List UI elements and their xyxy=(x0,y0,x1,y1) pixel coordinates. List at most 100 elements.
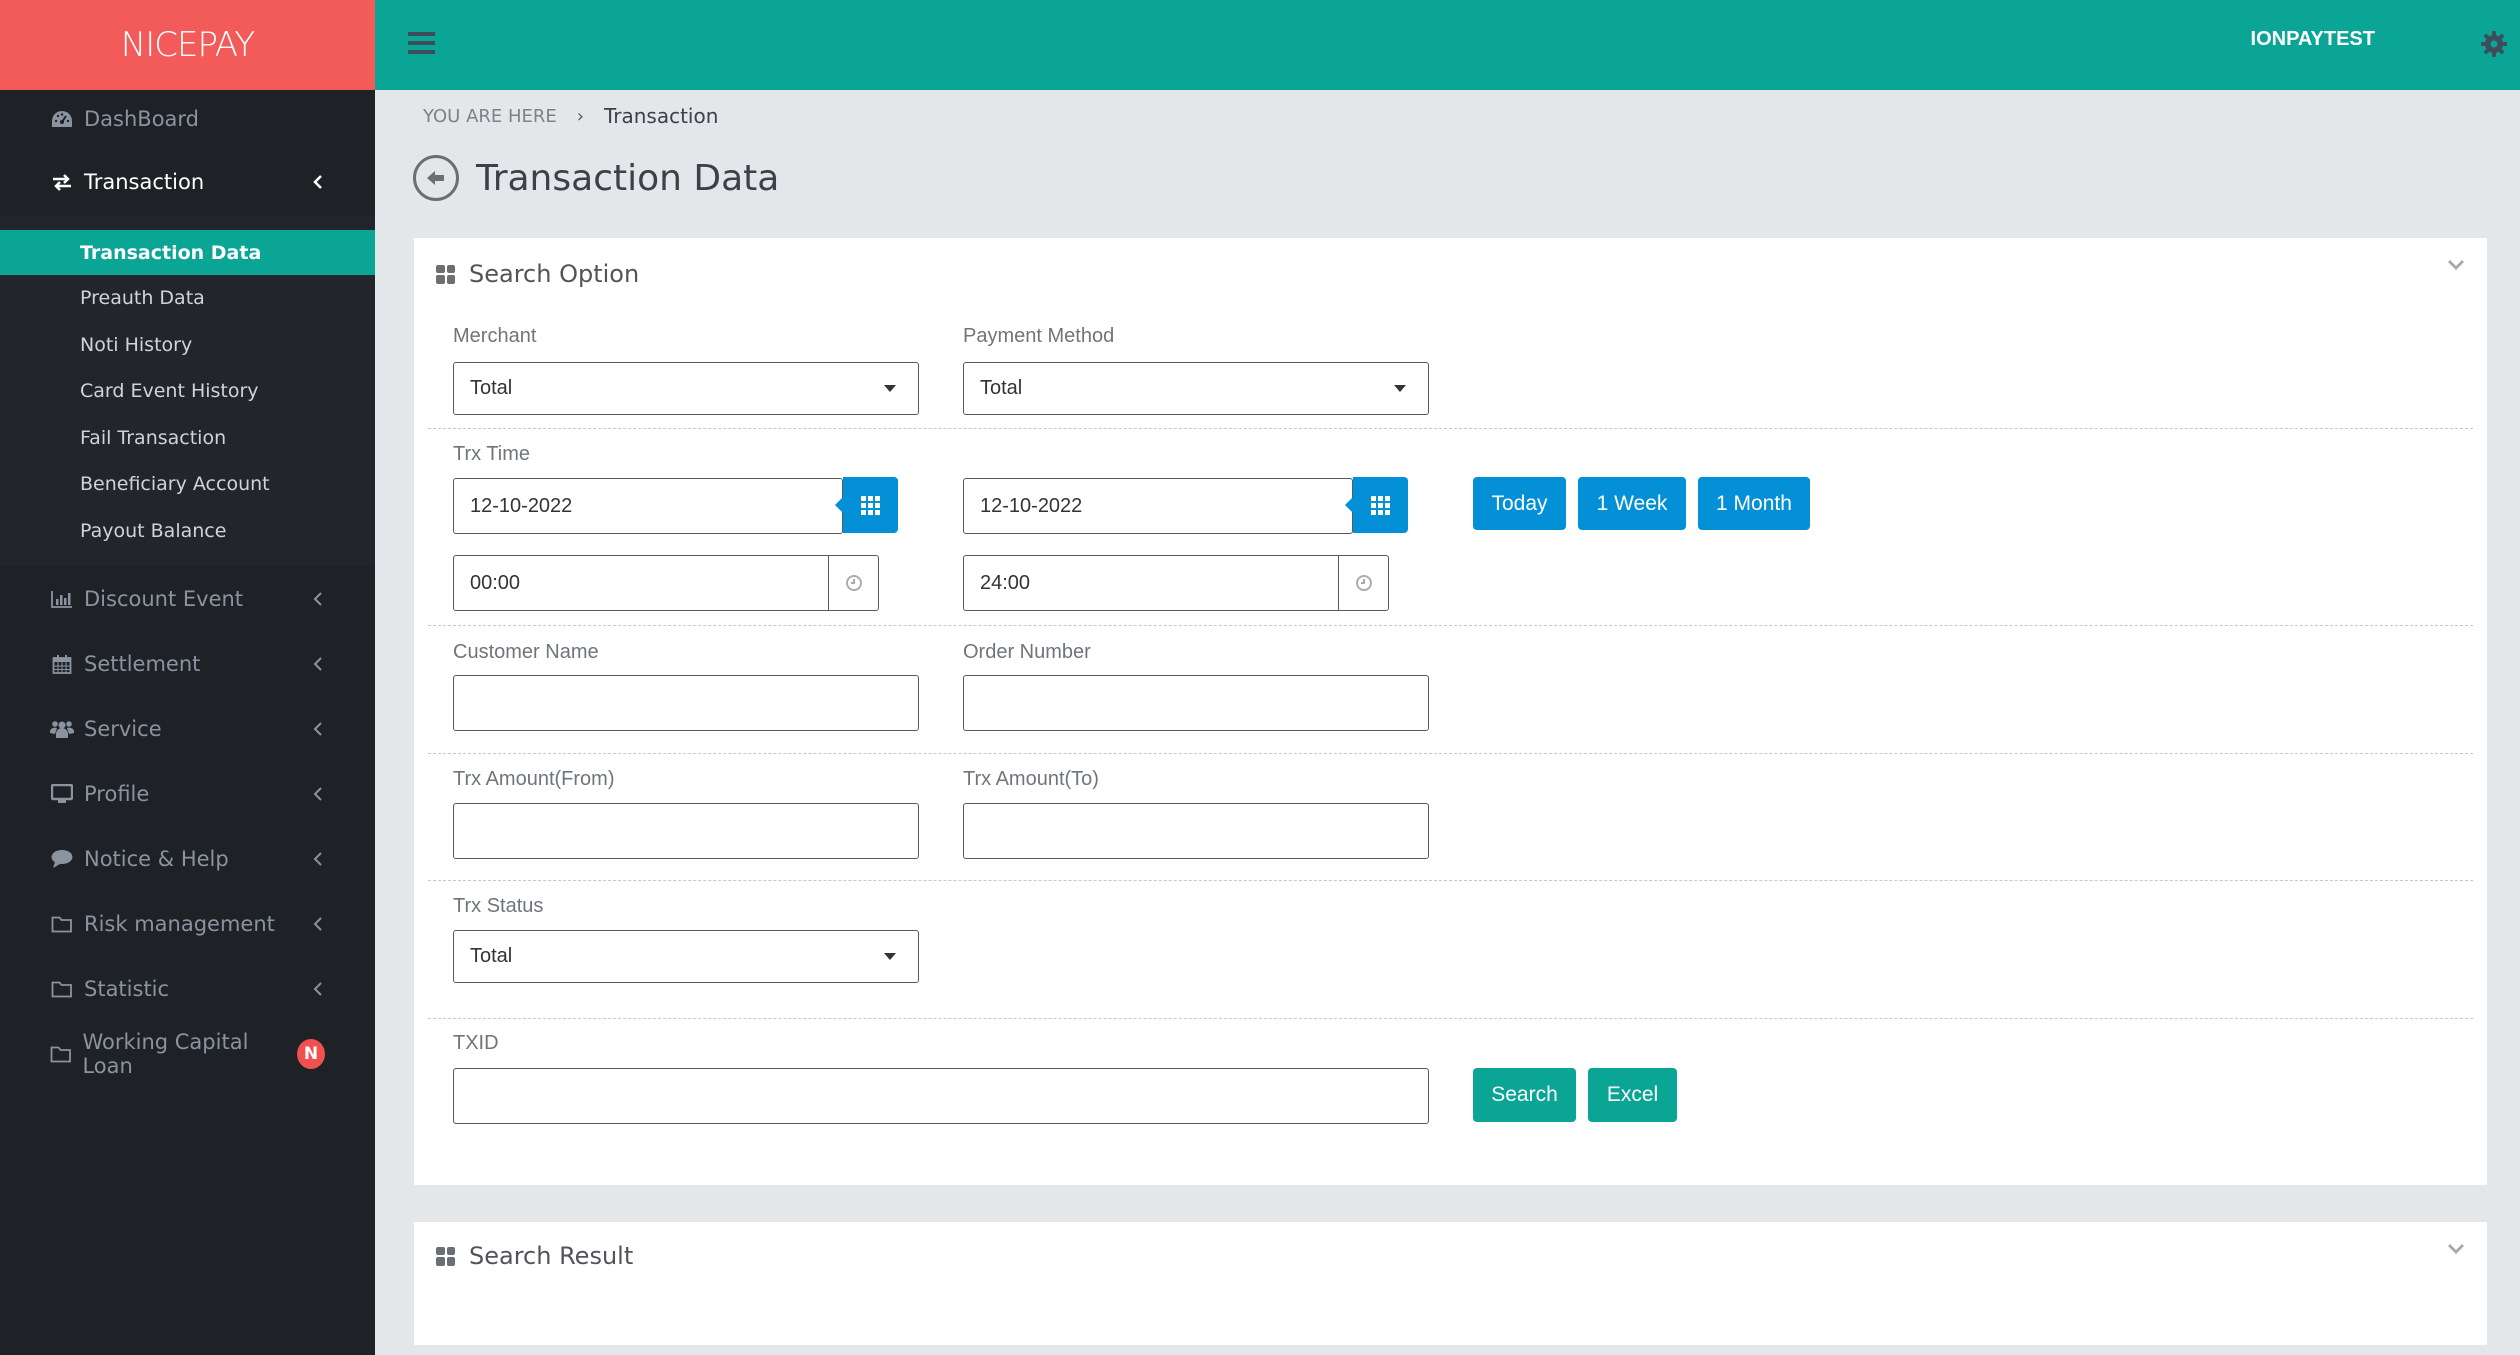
amount-from-input[interactable] xyxy=(453,803,919,859)
divider xyxy=(428,753,2473,754)
sidebar-subitem-payout-balance[interactable]: Payout Balance xyxy=(0,508,375,555)
payment-method-label: Payment Method xyxy=(963,325,1115,347)
menu-toggle-icon[interactable] xyxy=(408,32,435,54)
search-option-panel: Search Option Merchant Total Payment Met… xyxy=(414,238,2487,1185)
sidebar-item-label: Statistic xyxy=(84,976,170,1001)
start-date-value: 12-10-2022 xyxy=(470,494,573,517)
amount-from-label: Trx Amount(From) xyxy=(453,768,615,790)
clock-icon[interactable] xyxy=(1338,556,1388,610)
dashboard-icon xyxy=(50,107,74,131)
end-date-calendar-button[interactable] xyxy=(1345,477,1408,533)
breadcrumb-current[interactable]: Transaction xyxy=(604,104,718,128)
panel-title: Search Result xyxy=(469,1242,634,1270)
sidebar-item-label: Discount Event xyxy=(84,586,244,611)
sidebar-item-discount-event[interactable]: Discount Event xyxy=(0,566,375,631)
customer-name-label: Customer Name xyxy=(453,641,599,663)
sidebar-subitem-transaction-data[interactable]: Transaction Data xyxy=(0,230,375,275)
sidebar-item-label: Risk management xyxy=(84,911,275,936)
user-name[interactable]: IONPAYTEST xyxy=(2251,28,2375,51)
sidebar-item-label: Service xyxy=(84,716,162,741)
trx-status-select[interactable]: Total xyxy=(453,930,919,983)
sidebar-item-notice-help[interactable]: Notice & Help xyxy=(0,826,375,891)
search-button[interactable]: Search xyxy=(1473,1068,1576,1122)
end-date-input[interactable]: 12-10-2022 xyxy=(963,478,1353,534)
trx-status-label: Trx Status xyxy=(453,895,544,917)
chevron-down-icon[interactable] xyxy=(2447,1240,2469,1262)
monitor-icon xyxy=(50,782,74,806)
start-time-input[interactable]: 00:00 xyxy=(453,555,879,611)
sidebar-subitem-fail-transaction[interactable]: Fail Transaction xyxy=(0,415,375,462)
sidebar-item-statistic[interactable]: Statistic xyxy=(0,956,375,1021)
amount-to-input[interactable] xyxy=(963,803,1429,859)
back-arrow-icon[interactable] xyxy=(413,155,459,201)
chevron-left-icon xyxy=(311,721,325,737)
chevron-left-icon xyxy=(311,786,325,802)
start-date-calendar-button[interactable] xyxy=(835,477,898,533)
sidebar-item-working-capital-loan[interactable]: Working Capital Loan N xyxy=(0,1021,375,1086)
chevron-down-icon[interactable] xyxy=(2447,256,2469,278)
end-time-value: 24:00 xyxy=(980,571,1031,594)
caret-down-icon xyxy=(1394,385,1406,392)
top-header: IONPAYTEST xyxy=(375,0,2520,90)
sidebar-item-label: Notice & Help xyxy=(84,846,229,871)
divider xyxy=(428,625,2473,626)
folder-icon xyxy=(50,1042,72,1066)
panel-header: Search Result xyxy=(436,1242,633,1270)
bar-chart-icon xyxy=(50,587,74,611)
chevron-left-icon xyxy=(311,981,325,997)
th-large-icon xyxy=(436,1246,455,1266)
calendar-icon xyxy=(861,495,880,515)
merchant-value: Total xyxy=(470,377,513,399)
breadcrumb: YOU ARE HERE › Transaction xyxy=(423,104,718,128)
divider xyxy=(428,880,2473,881)
gear-icon[interactable] xyxy=(2480,30,2508,58)
chevron-left-icon xyxy=(311,916,325,932)
order-number-label: Order Number xyxy=(963,641,1091,663)
sidebar-item-label: Working Capital Loan xyxy=(82,1029,249,1078)
today-button[interactable]: Today xyxy=(1473,477,1566,530)
payment-method-select[interactable]: Total xyxy=(963,362,1429,415)
sidebar-subitem-noti-history[interactable]: Noti History xyxy=(0,322,375,369)
clock-icon[interactable] xyxy=(828,556,878,610)
page-header: Transaction Data xyxy=(413,155,779,201)
panel-title: Search Option xyxy=(469,260,640,288)
th-large-icon xyxy=(436,264,455,284)
sidebar-item-label: Transaction xyxy=(84,170,205,194)
txid-input[interactable] xyxy=(453,1068,1429,1124)
trx-status-value: Total xyxy=(470,945,513,967)
sidebar-subitem-card-event-history[interactable]: Card Event History xyxy=(0,368,375,415)
caret-down-icon xyxy=(884,953,896,960)
folder-icon xyxy=(50,977,74,1001)
chevron-left-icon xyxy=(311,656,325,672)
brand-logo[interactable]: NICEPAY xyxy=(0,0,375,90)
sidebar-item-dashboard[interactable]: DashBoard xyxy=(0,90,375,148)
chevron-left-icon xyxy=(311,174,325,190)
one-week-button[interactable]: 1 Week xyxy=(1578,477,1686,530)
merchant-label: Merchant xyxy=(453,325,537,347)
chevron-left-icon xyxy=(311,591,325,607)
amount-to-label: Trx Amount(To) xyxy=(963,768,1099,790)
exchange-icon xyxy=(50,170,74,194)
excel-button[interactable]: Excel xyxy=(1588,1068,1677,1122)
sidebar-item-settlement[interactable]: Settlement xyxy=(0,631,375,696)
divider xyxy=(428,428,2473,429)
start-time-value: 00:00 xyxy=(470,571,521,594)
order-number-input[interactable] xyxy=(963,675,1429,731)
sidebar-item-risk-management[interactable]: Risk management xyxy=(0,891,375,956)
customer-name-input[interactable] xyxy=(453,675,919,731)
breadcrumb-prefix: YOU ARE HERE xyxy=(423,105,557,127)
comment-icon xyxy=(50,847,74,871)
sidebar-subitem-beneficiary-account[interactable]: Beneficiary Account xyxy=(0,461,375,508)
sidebar-item-transaction[interactable]: Transaction xyxy=(0,148,375,216)
sidebar-subitem-preauth-data[interactable]: Preauth Data xyxy=(0,275,375,322)
sidebar-item-label: Profile xyxy=(84,781,150,806)
one-month-button[interactable]: 1 Month xyxy=(1698,477,1810,530)
sidebar-item-profile[interactable]: Profile xyxy=(0,761,375,826)
end-time-input[interactable]: 24:00 xyxy=(963,555,1389,611)
new-badge: N xyxy=(296,1038,325,1069)
merchant-select[interactable]: Total xyxy=(453,362,919,415)
start-date-input[interactable]: 12-10-2022 xyxy=(453,478,843,534)
end-date-value: 12-10-2022 xyxy=(980,494,1083,517)
users-icon xyxy=(50,717,74,741)
sidebar-item-service[interactable]: Service xyxy=(0,696,375,761)
